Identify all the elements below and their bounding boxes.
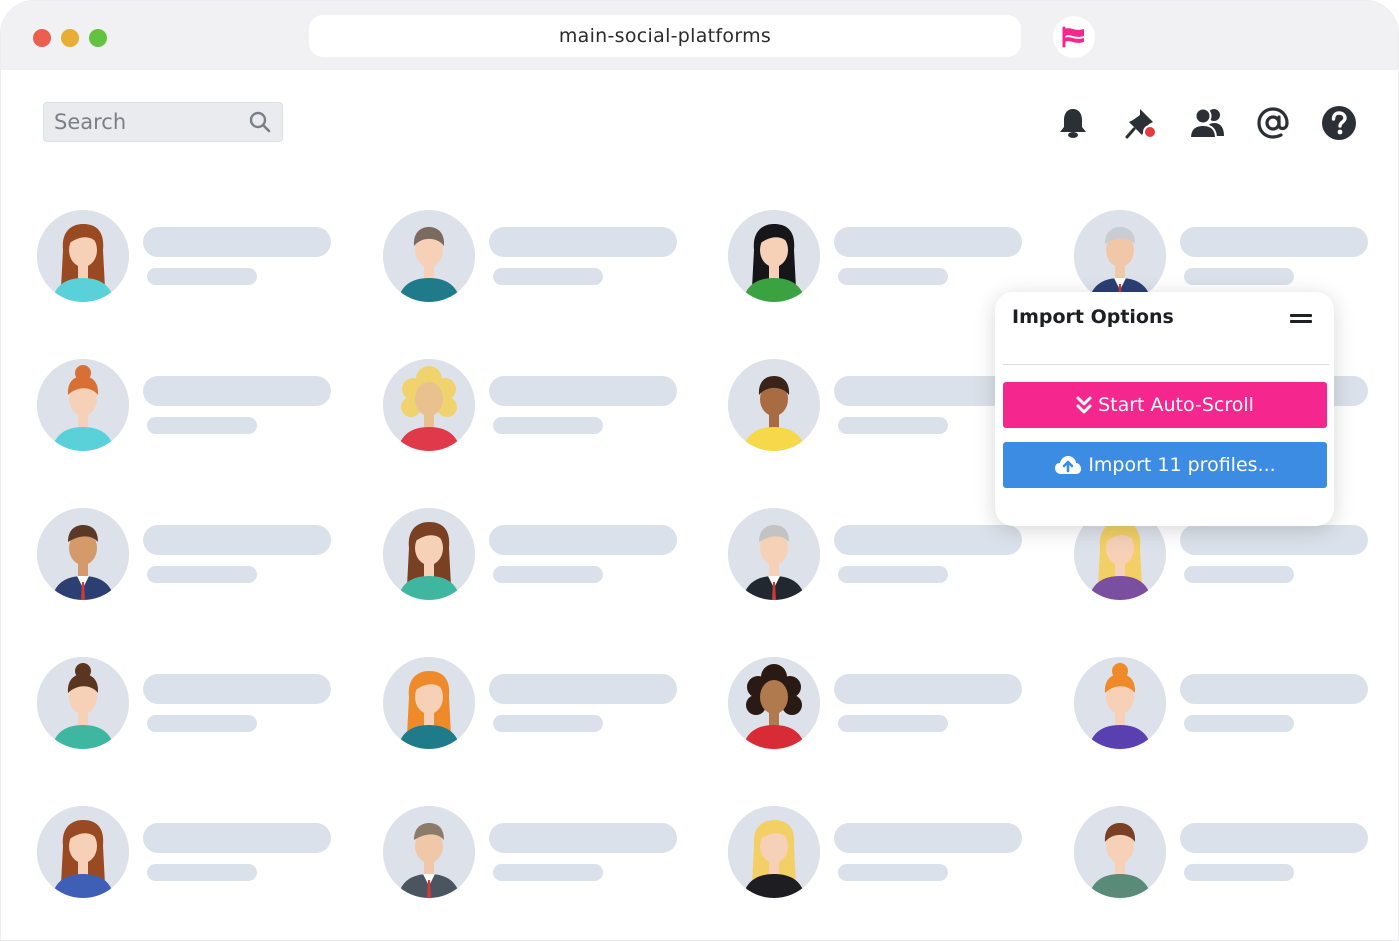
profile-card[interactable] xyxy=(728,657,1058,757)
name-placeholder xyxy=(834,674,1022,704)
import-profiles-label: Import 11 profiles... xyxy=(1088,454,1276,476)
avatar[interactable] xyxy=(728,508,820,600)
profile-card[interactable] xyxy=(1074,657,1398,757)
avatar-image xyxy=(1074,657,1166,749)
subtitle-placeholder xyxy=(838,566,948,583)
subtitle-placeholder xyxy=(147,417,257,434)
avatar[interactable] xyxy=(37,359,129,451)
name-placeholder xyxy=(143,525,331,555)
subtitle-placeholder xyxy=(838,864,948,881)
subtitle-placeholder xyxy=(147,715,257,732)
double-chevron-down-icon xyxy=(1076,396,1092,414)
name-placeholder xyxy=(834,823,1022,853)
avatar-image xyxy=(1074,210,1166,302)
subtitle-placeholder xyxy=(147,566,257,583)
name-placeholder xyxy=(143,823,331,853)
name-placeholder xyxy=(1180,525,1368,555)
avatar-image xyxy=(37,657,129,749)
subtitle-placeholder xyxy=(838,268,948,285)
cloud-upload-icon xyxy=(1055,456,1082,474)
subtitle-placeholder xyxy=(147,268,257,285)
profile-card[interactable] xyxy=(383,210,713,310)
name-placeholder xyxy=(834,525,1022,555)
name-placeholder xyxy=(143,227,331,257)
avatar-image xyxy=(37,508,129,600)
avatar[interactable] xyxy=(37,657,129,749)
avatar[interactable] xyxy=(728,359,820,451)
menu-icon[interactable] xyxy=(1290,314,1312,326)
import-profiles-button[interactable]: Import 11 profiles... xyxy=(1003,442,1327,488)
avatar-image xyxy=(728,508,820,600)
name-placeholder xyxy=(489,525,677,555)
subtitle-placeholder xyxy=(493,715,603,732)
name-placeholder xyxy=(489,376,677,406)
profile-card[interactable] xyxy=(383,359,713,459)
subtitle-placeholder xyxy=(838,417,948,434)
subtitle-placeholder xyxy=(1184,715,1294,732)
name-placeholder xyxy=(489,823,677,853)
subtitle-placeholder xyxy=(147,864,257,881)
avatar-image xyxy=(728,657,820,749)
start-auto-scroll-label: Start Auto-Scroll xyxy=(1098,394,1254,416)
subtitle-placeholder xyxy=(493,566,603,583)
profile-card[interactable] xyxy=(37,359,367,459)
avatar[interactable] xyxy=(37,210,129,302)
profile-card[interactable] xyxy=(1074,806,1398,906)
avatar-image xyxy=(383,359,475,451)
avatar-image xyxy=(383,508,475,600)
name-placeholder xyxy=(489,674,677,704)
profile-card[interactable] xyxy=(383,806,713,906)
avatar[interactable] xyxy=(383,657,475,749)
name-placeholder xyxy=(1180,227,1368,257)
name-placeholder xyxy=(143,376,331,406)
avatar-image xyxy=(37,210,129,302)
subtitle-placeholder xyxy=(1184,268,1294,285)
avatar-image xyxy=(728,806,820,898)
subtitle-placeholder xyxy=(493,417,603,434)
avatar-image xyxy=(1074,806,1166,898)
avatar-image xyxy=(383,657,475,749)
avatar[interactable] xyxy=(383,359,475,451)
avatar[interactable] xyxy=(728,210,820,302)
start-auto-scroll-button[interactable]: Start Auto-Scroll xyxy=(1003,382,1327,428)
subtitle-placeholder xyxy=(1184,864,1294,881)
name-placeholder xyxy=(489,227,677,257)
profile-card[interactable] xyxy=(37,508,367,608)
avatar[interactable] xyxy=(1074,657,1166,749)
avatar-image xyxy=(728,359,820,451)
name-placeholder xyxy=(1180,674,1368,704)
avatar-image xyxy=(728,210,820,302)
avatar[interactable] xyxy=(728,806,820,898)
subtitle-placeholder xyxy=(1184,566,1294,583)
avatar[interactable] xyxy=(728,657,820,749)
divider xyxy=(1003,364,1329,365)
import-options-panel: Import Options Start Auto-Scroll Import … xyxy=(995,292,1334,526)
name-placeholder xyxy=(143,674,331,704)
avatar[interactable] xyxy=(37,508,129,600)
avatar[interactable] xyxy=(383,806,475,898)
profile-card[interactable] xyxy=(383,508,713,608)
profile-card[interactable] xyxy=(383,657,713,757)
name-placeholder xyxy=(834,227,1022,257)
import-options-title: Import Options xyxy=(1012,306,1174,328)
profile-card[interactable] xyxy=(728,806,1058,906)
avatar[interactable] xyxy=(1074,806,1166,898)
avatar-image xyxy=(383,806,475,898)
profile-card[interactable] xyxy=(37,657,367,757)
avatar-image xyxy=(37,359,129,451)
subtitle-placeholder xyxy=(493,268,603,285)
name-placeholder xyxy=(1180,823,1368,853)
subtitle-placeholder xyxy=(838,715,948,732)
avatar-image xyxy=(383,210,475,302)
avatar[interactable] xyxy=(383,210,475,302)
profile-card[interactable] xyxy=(37,210,367,310)
profile-card[interactable] xyxy=(37,806,367,906)
name-placeholder xyxy=(834,376,1022,406)
subtitle-placeholder xyxy=(493,864,603,881)
avatar[interactable] xyxy=(383,508,475,600)
avatar[interactable] xyxy=(1074,210,1166,302)
avatar[interactable] xyxy=(37,806,129,898)
avatar-image xyxy=(37,806,129,898)
browser-window: main-social-platforms Search Import Opti… xyxy=(0,0,1399,941)
